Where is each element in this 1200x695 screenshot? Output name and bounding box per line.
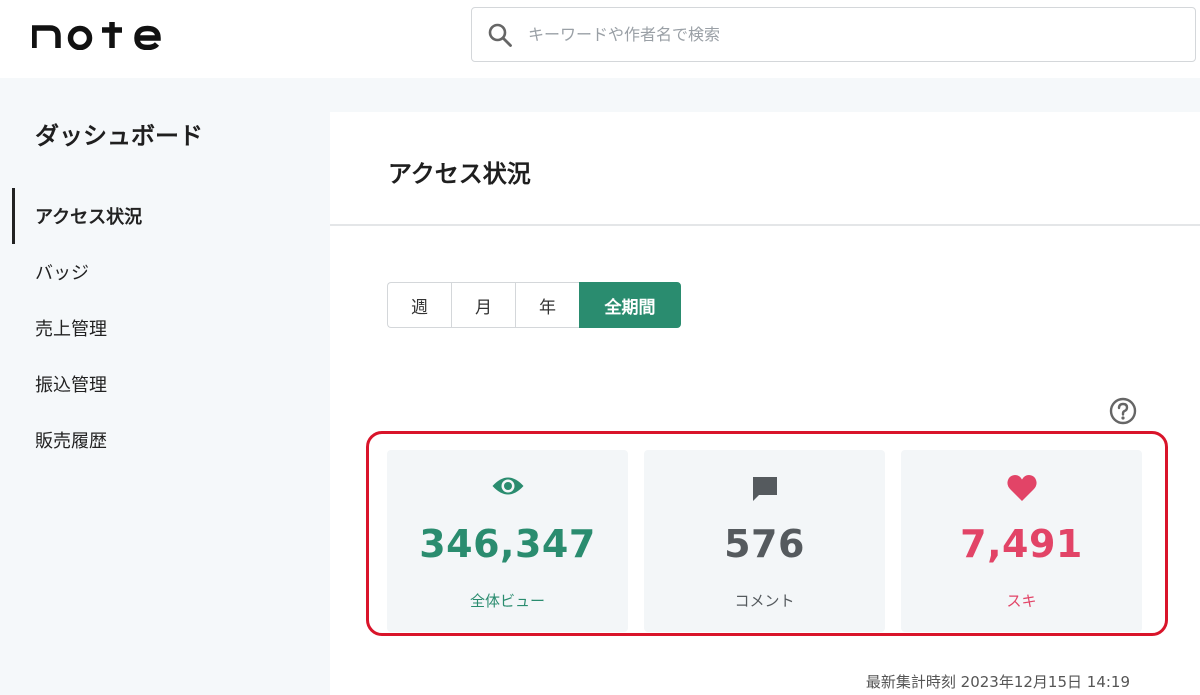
eye-icon: [387, 474, 628, 498]
sidebar-item-access[interactable]: アクセス状況: [0, 188, 330, 244]
last-updated-label: 最新集計時刻: [865, 673, 956, 691]
stat-label-likes: スキ: [1006, 592, 1037, 610]
sidebar-item-transfers[interactable]: 振込管理: [0, 356, 330, 412]
period-tabs: 週 月 年 全期間: [387, 282, 681, 328]
last-updated-datetime: 2023年12月15日 14:19: [960, 673, 1130, 691]
header: [0, 0, 1200, 78]
divider: [330, 224, 1200, 226]
stat-value-likes: 7,491: [960, 522, 1083, 566]
tab-year[interactable]: 年: [515, 282, 579, 328]
comment-icon: [644, 474, 885, 504]
sidebar: ダッシュボード アクセス状況 バッジ 売上管理 振込管理 販売履歴: [0, 78, 330, 695]
search-input[interactable]: [528, 14, 1195, 55]
page-title: アクセス状況: [388, 160, 531, 188]
sidebar-item-sales-history[interactable]: 販売履歴: [0, 412, 330, 468]
sidebar-nav: アクセス状況 バッジ 売上管理 振込管理 販売履歴: [0, 188, 330, 468]
stat-card-likes: 7,491 スキ: [901, 450, 1142, 632]
sidebar-title: ダッシュボード: [35, 122, 203, 150]
stats-row: 346,347 全体ビュー 576 コメント 7,491 スキ: [387, 450, 1142, 632]
tab-week[interactable]: 週: [387, 282, 451, 328]
sidebar-item-badges[interactable]: バッジ: [0, 244, 330, 300]
tab-month[interactable]: 月: [451, 282, 515, 328]
stat-value-views: 346,347: [419, 522, 596, 566]
stat-card-views: 346,347 全体ビュー: [387, 450, 628, 632]
stat-label-comments: コメント: [734, 592, 795, 610]
help-icon[interactable]: [1109, 397, 1137, 425]
stat-value-comments: 576: [724, 522, 805, 566]
sidebar-item-sales[interactable]: 売上管理: [0, 300, 330, 356]
note-logo[interactable]: [32, 14, 172, 54]
main-panel: アクセス状況 週 月 年 全期間 346,347 全体ビュー 576 コメント …: [330, 112, 1200, 695]
stat-label-views: 全体ビュー: [469, 592, 545, 610]
tab-all-time[interactable]: 全期間: [579, 282, 681, 328]
search-icon: [486, 21, 514, 49]
last-updated: 最新集計時刻 2023年12月15日 14:19: [866, 671, 1130, 692]
stat-card-comments: 576 コメント: [644, 450, 885, 632]
search-box[interactable]: [471, 7, 1196, 62]
heart-icon: [901, 474, 1142, 502]
